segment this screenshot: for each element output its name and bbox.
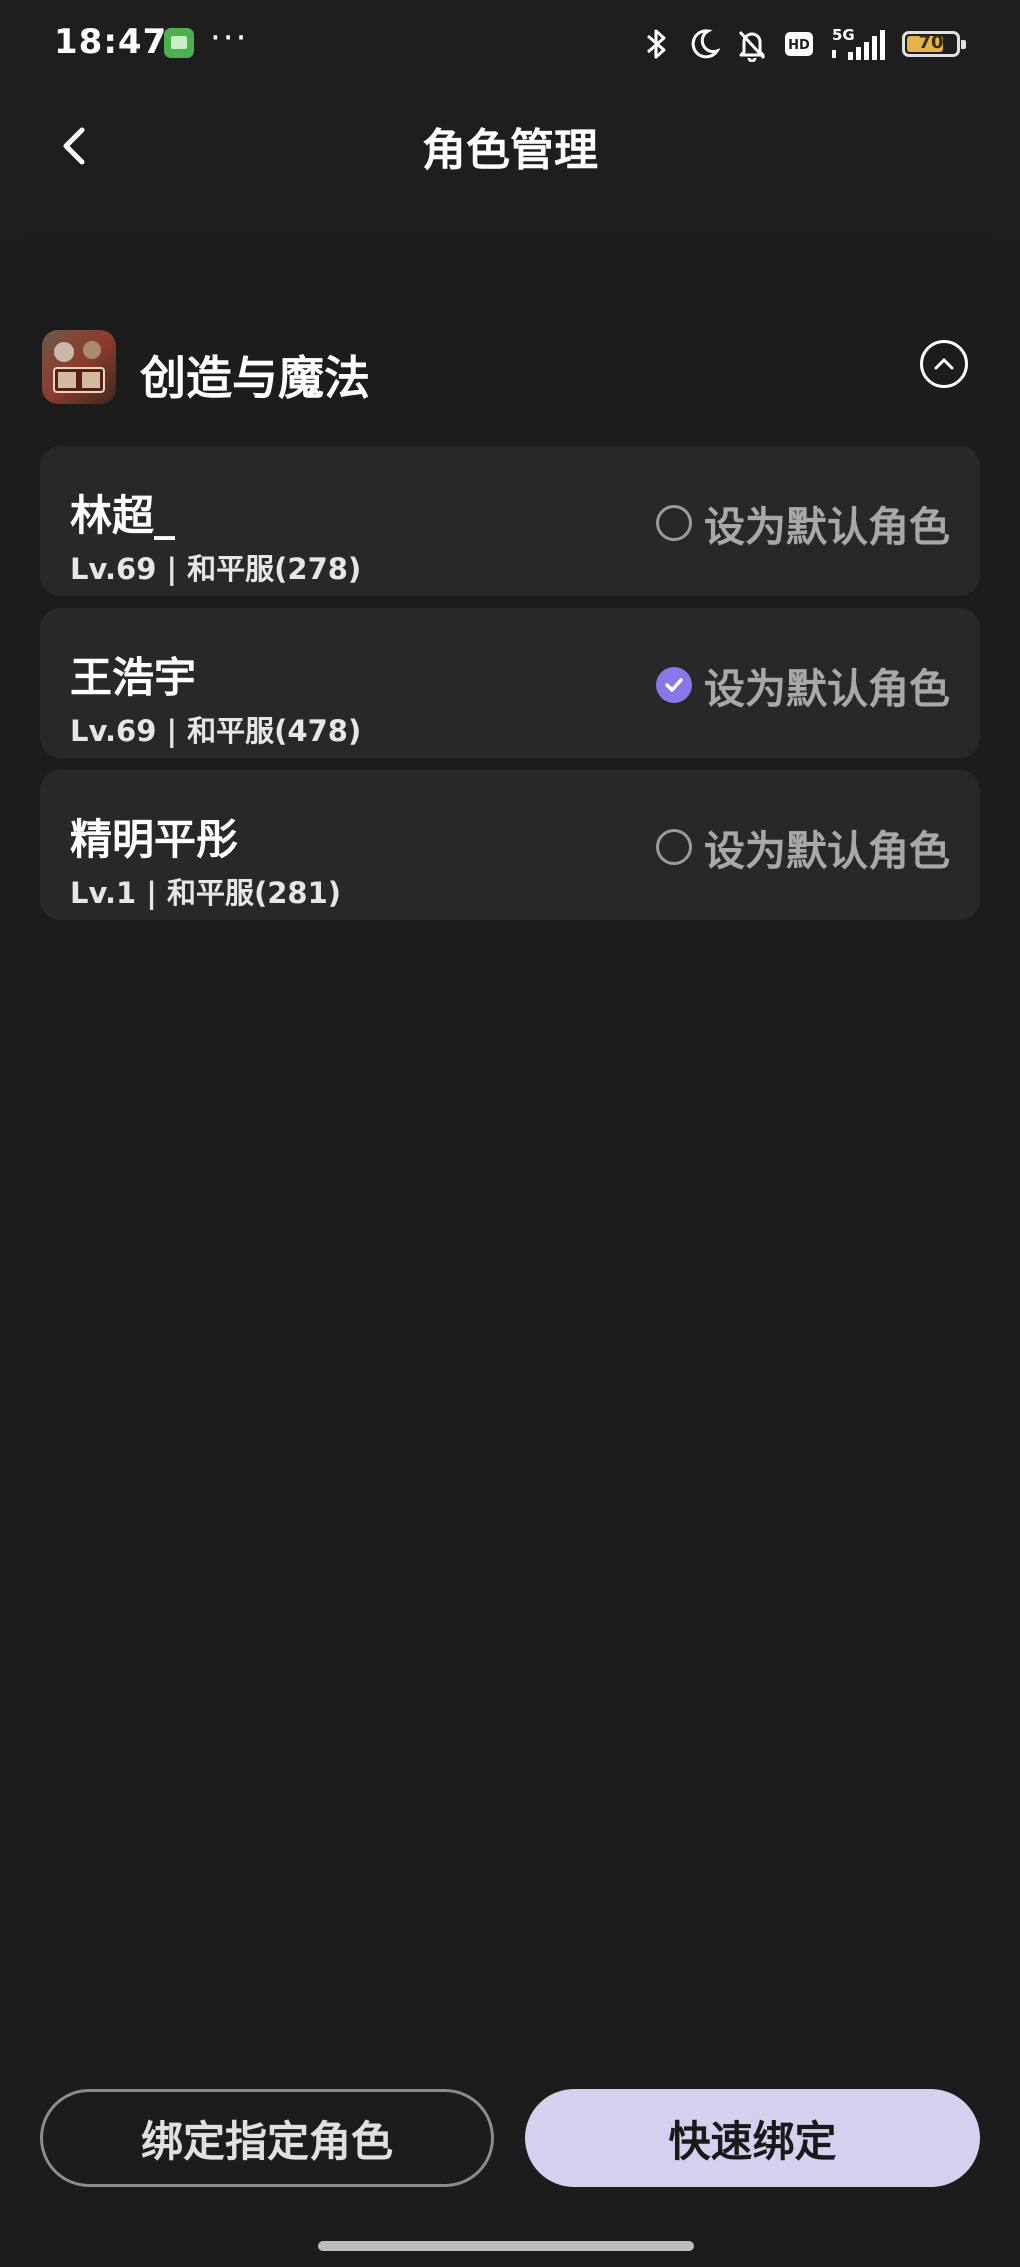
role-meta: Lv.69 | 和平服(278) [70, 552, 362, 586]
bind-specific-role-button[interactable]: 绑定指定角色 [40, 2089, 494, 2187]
set-default-toggle[interactable]: 设为默认角色 [656, 822, 950, 875]
battery-icon: 70 [902, 31, 966, 57]
game-header[interactable]: 创造与魔法 [42, 330, 978, 406]
set-default-label: 设为默认角色 [704, 665, 950, 713]
set-default-toggle[interactable]: 设为默认角色 [656, 660, 950, 713]
status-time: 18:47 [54, 22, 168, 62]
set-default-label: 设为默认角色 [704, 503, 950, 551]
set-default-toggle[interactable]: 设为默认角色 [656, 498, 950, 551]
role-meta: Lv.1 | 和平服(281) [70, 876, 342, 910]
bluetooth-icon [647, 29, 666, 59]
moon-icon [691, 29, 720, 59]
signal-icon: 5G [832, 26, 885, 60]
bell-off-icon [738, 30, 766, 62]
quick-bind-button[interactable]: 快速绑定 [525, 2089, 980, 2187]
battery-level: 70 [918, 32, 944, 53]
game-name: 创造与魔法 [140, 351, 370, 405]
role-name: 林超_ [70, 491, 176, 540]
content-sheet: 创造与魔法 林超_ Lv.69 | 和平服(278) 设为默认角色 王浩宇 Lv… [0, 236, 1020, 2267]
app-notification-icon [164, 28, 194, 58]
hd-icon: HD [785, 32, 813, 56]
chevron-up-icon [934, 358, 954, 370]
status-icons: HD 5G 70 [642, 24, 966, 64]
header: 角色管理 [0, 90, 1020, 240]
role-card[interactable]: 王浩宇 Lv.69 | 和平服(478) 设为默认角色 [40, 608, 980, 758]
svg-text:HD: HD [788, 38, 810, 53]
collapse-button[interactable] [920, 340, 968, 388]
status-bar: 18:47 ··· HD 5G 70 [0, 0, 1020, 90]
game-icon [42, 330, 116, 404]
role-name: 精明平彤 [70, 815, 239, 864]
role-meta: Lv.69 | 和平服(478) [70, 714, 362, 748]
radio-unchecked-icon [656, 505, 692, 541]
page-title: 角色管理 [422, 125, 598, 176]
home-indicator[interactable] [318, 2241, 694, 2251]
role-list: 林超_ Lv.69 | 和平服(278) 设为默认角色 王浩宇 Lv.69 | … [40, 446, 980, 932]
role-card[interactable]: 林超_ Lv.69 | 和平服(278) 设为默认角色 [40, 446, 980, 596]
set-default-label: 设为默认角色 [704, 827, 950, 875]
svg-text:5G: 5G [832, 26, 855, 44]
role-card[interactable]: 精明平彤 Lv.1 | 和平服(281) 设为默认角色 [40, 770, 980, 920]
role-name: 王浩宇 [70, 653, 197, 702]
radio-checked-icon [656, 667, 692, 703]
radio-unchecked-icon [656, 829, 692, 865]
more-notifications-icon: ··· [210, 18, 249, 58]
